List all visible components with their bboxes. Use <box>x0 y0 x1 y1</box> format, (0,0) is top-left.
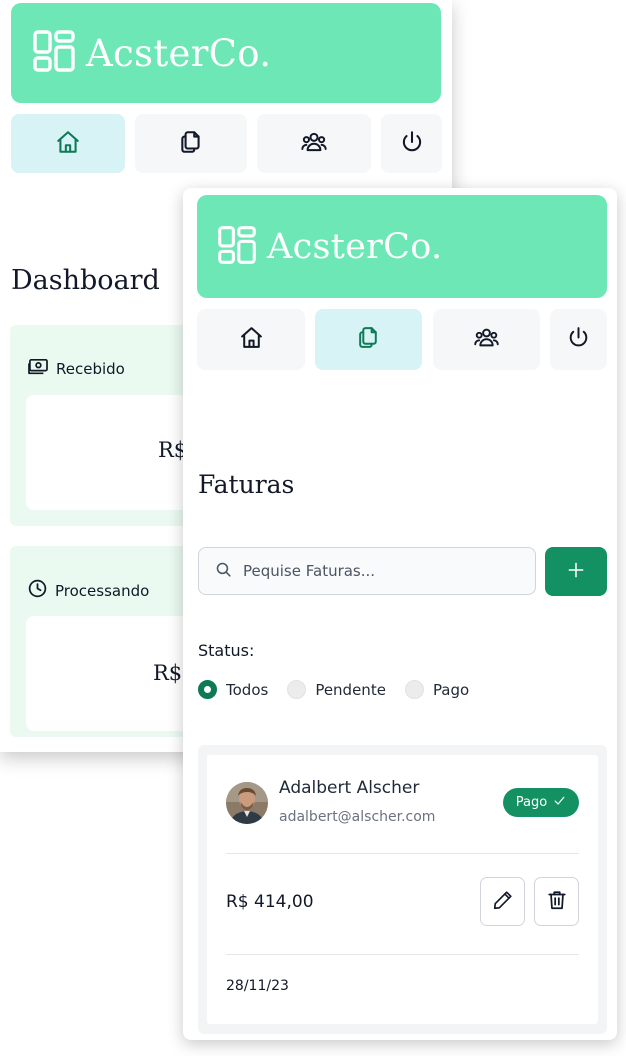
nav-home-button[interactable] <box>11 114 125 173</box>
brand-name: AcsterCo. <box>267 226 443 267</box>
logo-icon <box>217 224 257 270</box>
pencil-icon <box>492 889 514 915</box>
brand-header: AcsterCo. <box>197 195 607 298</box>
status-badge: Pago <box>503 788 579 817</box>
divider <box>226 954 579 955</box>
invoices-screen: AcsterCo. Faturas Status: <box>183 188 617 1040</box>
client-name: Adalbert Alscher <box>279 778 420 798</box>
users-icon <box>473 324 500 355</box>
edit-button[interactable] <box>480 877 525 926</box>
invoices-icon <box>356 325 381 354</box>
logo-icon <box>32 29 76 77</box>
status-option-pendente[interactable]: Pendente <box>287 680 386 699</box>
nav-invoices-button[interactable] <box>315 309 422 370</box>
status-filter: Todos Pendente Pago <box>198 680 488 699</box>
power-icon <box>566 325 591 354</box>
divider <box>226 853 579 854</box>
radio-button[interactable] <box>287 680 307 699</box>
home-icon <box>239 325 264 354</box>
nav-invoices-button[interactable] <box>135 114 247 173</box>
trash-icon <box>546 889 568 915</box>
client-email: adalbert@alscher.com <box>279 809 436 825</box>
processing-label: Processando <box>55 581 150 600</box>
radio-button[interactable] <box>198 680 217 699</box>
nav-logout-button[interactable] <box>550 309 607 370</box>
avatar <box>226 782 268 824</box>
delete-button[interactable] <box>534 877 579 926</box>
invoice-amount: R$ 414,00 <box>226 892 314 912</box>
invoice-date: 28/11/23 <box>226 978 289 994</box>
search-field[interactable] <box>198 547 536 595</box>
received-label: Recebido <box>56 360 125 378</box>
users-icon <box>300 128 328 160</box>
page-title: Dashboard <box>11 265 160 296</box>
add-invoice-button[interactable] <box>545 547 607 596</box>
page-title: Faturas <box>198 470 295 499</box>
home-icon <box>55 129 81 159</box>
clock-icon <box>27 578 48 603</box>
nav-users-button[interactable] <box>257 114 371 173</box>
processing-value: R$ <box>153 661 183 685</box>
brand-name: AcsterCo. <box>86 31 272 75</box>
power-icon <box>399 129 425 159</box>
cash-icon <box>27 358 49 380</box>
status-option-todos[interactable]: Todos <box>198 680 268 699</box>
plus-icon <box>566 560 586 584</box>
check-icon <box>553 794 566 811</box>
nav-logout-button[interactable] <box>381 114 442 173</box>
nav-home-button[interactable] <box>197 309 305 370</box>
brand-header: AcsterCo. <box>11 3 441 103</box>
status-option-pago[interactable]: Pago <box>404 680 469 699</box>
status-label: Status: <box>198 641 255 660</box>
search-input[interactable] <box>243 562 513 580</box>
search-icon <box>215 561 232 582</box>
radio-button[interactable] <box>404 680 424 699</box>
invoices-icon <box>178 129 204 159</box>
invoice-card[interactable]: Adalbert Alscher adalbert@alscher.com Pa… <box>207 755 598 1024</box>
nav-users-button[interactable] <box>433 309 540 370</box>
invoice-list: Adalbert Alscher adalbert@alscher.com Pa… <box>198 745 607 1034</box>
